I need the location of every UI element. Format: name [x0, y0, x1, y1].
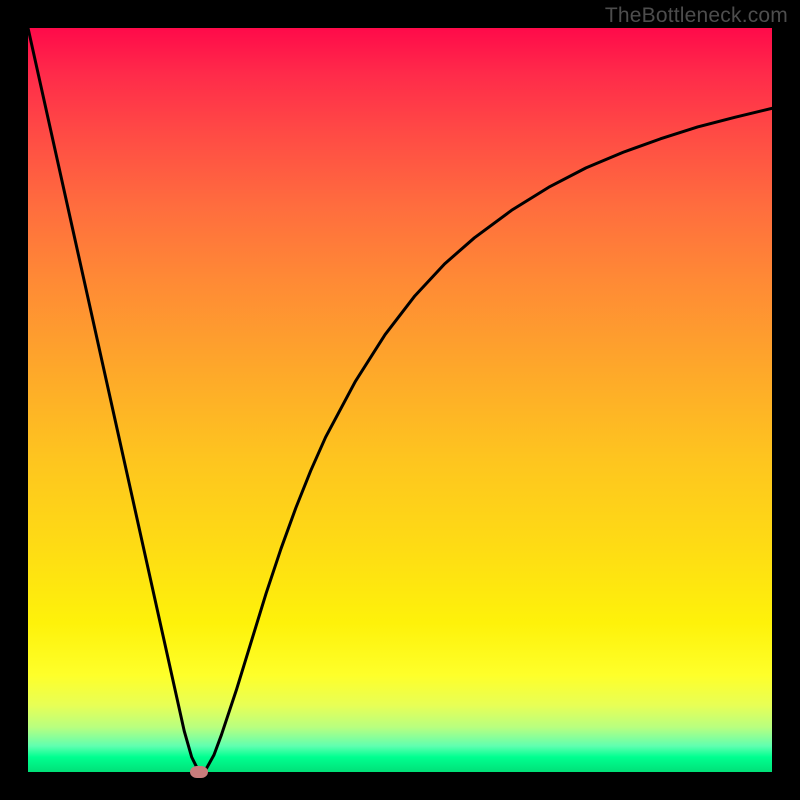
chart-frame: TheBottleneck.com — [0, 0, 800, 800]
bottleneck-curve — [28, 28, 772, 772]
watermark-label: TheBottleneck.com — [605, 4, 788, 28]
optimal-point-marker — [190, 766, 208, 778]
plot-area — [28, 28, 772, 772]
